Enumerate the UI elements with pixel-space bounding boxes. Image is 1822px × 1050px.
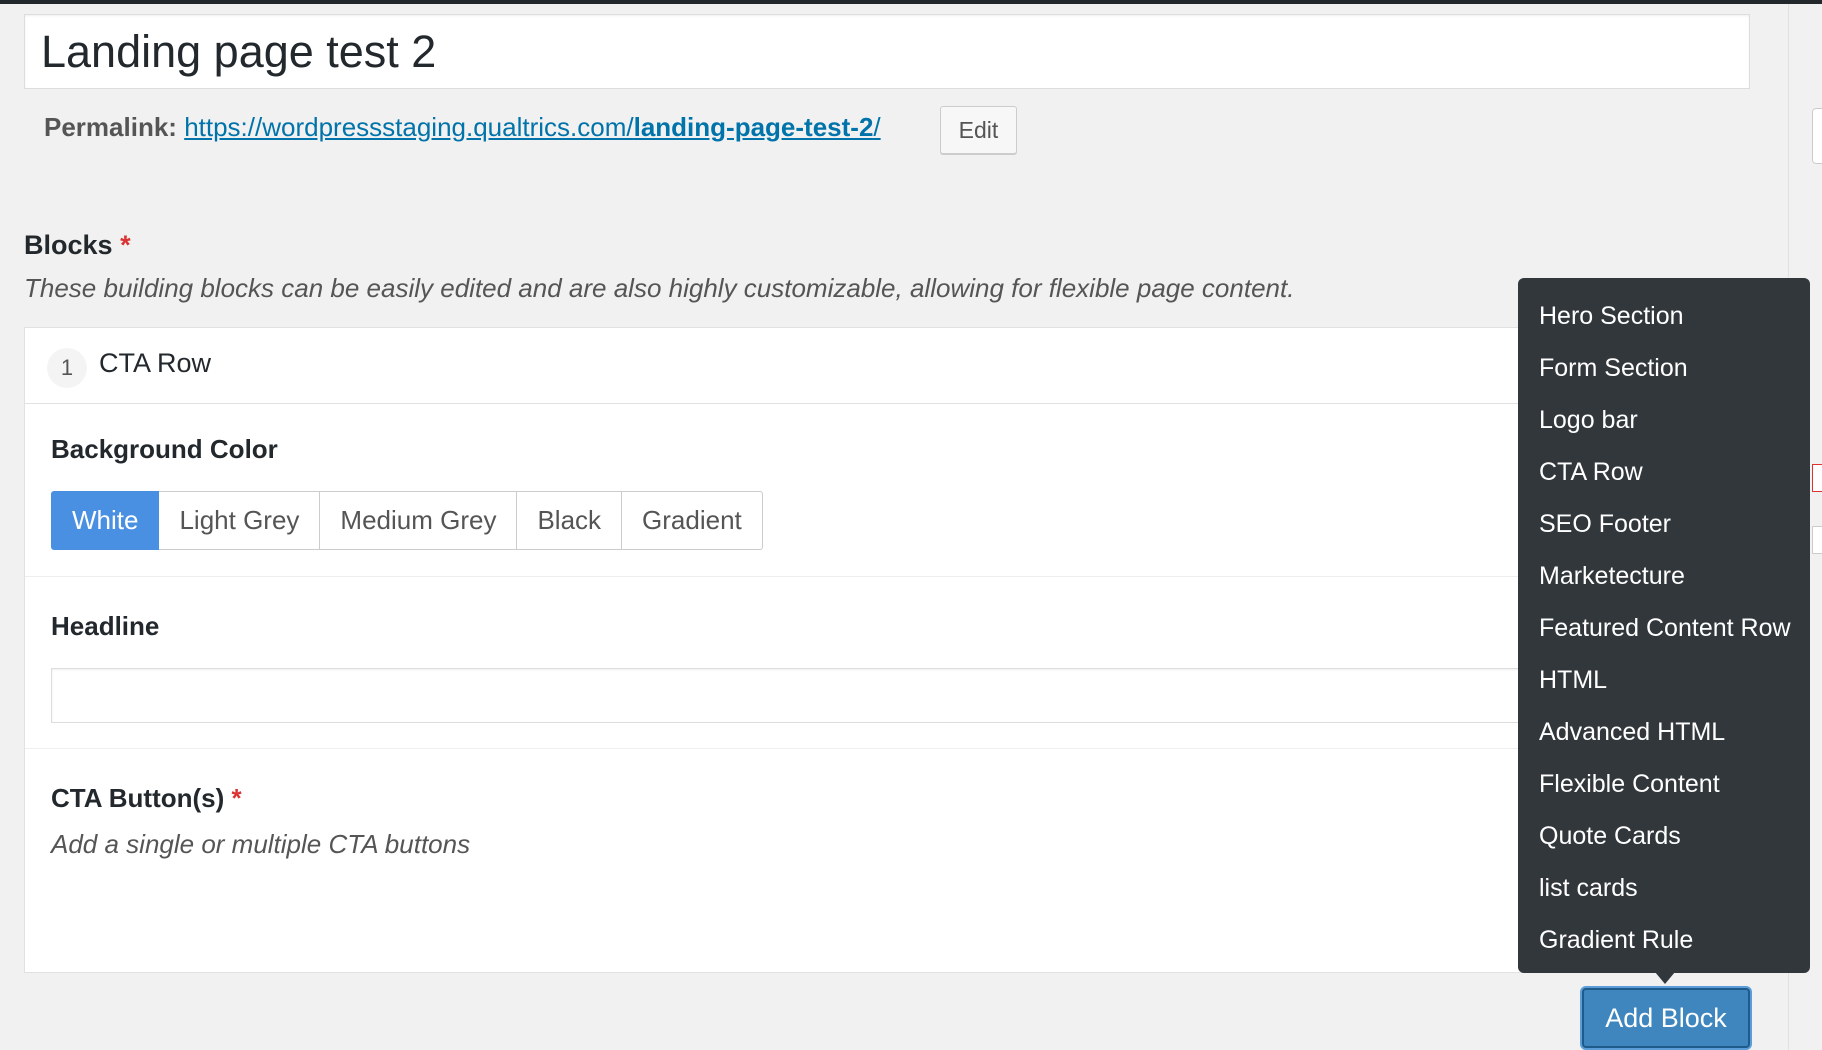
sidebar-fragment [1812, 464, 1822, 492]
field-divider [25, 748, 1753, 749]
permalink-base: https://wordpressstaging.qualtrics.com/ [184, 112, 634, 142]
cta-buttons-required-mark: * [231, 783, 242, 813]
menu-item-quote-cards[interactable]: Quote Cards [1518, 810, 1810, 862]
blocks-label-text: Blocks [24, 230, 113, 260]
permalink-link[interactable]: https://wordpressstaging.qualtrics.com/l… [184, 112, 880, 142]
bg-option-white[interactable]: White [51, 491, 160, 550]
block-header[interactable]: 1 CTA Row [25, 328, 1753, 404]
background-color-button-group: White Light Grey Medium Grey Black Gradi… [51, 491, 763, 550]
post-title-input[interactable]: Landing page test 2 [24, 14, 1750, 89]
field-divider [25, 576, 1753, 577]
bg-option-medium-grey[interactable]: Medium Grey [320, 491, 518, 550]
sidebar-fragment [1812, 526, 1822, 554]
add-block-button[interactable]: Add Block [1582, 988, 1750, 1048]
menu-item-cta-row[interactable]: CTA Row [1518, 446, 1810, 498]
cta-row-block: 1 CTA Row Background Color White Light G… [24, 327, 1754, 973]
menu-item-gradient-rule[interactable]: Gradient Rule [1518, 914, 1810, 966]
headline-input[interactable] [51, 668, 1741, 723]
permalink-trailing: / [873, 112, 881, 142]
bg-option-light-grey[interactable]: Light Grey [159, 491, 321, 550]
block-title: CTA Row [99, 348, 212, 378]
cta-buttons-description: Add a single or multiple CTA buttons [51, 829, 471, 859]
blocks-field-label: Blocks * [24, 230, 131, 261]
menu-item-seo-footer[interactable]: SEO Footer [1518, 498, 1810, 550]
permalink-row: Permalink: https://wordpressstaging.qual… [44, 112, 881, 143]
bg-option-gradient[interactable]: Gradient [622, 491, 763, 550]
menu-item-hero-section[interactable]: Hero Section [1518, 290, 1810, 342]
permalink-edit-button[interactable]: Edit [940, 106, 1017, 154]
menu-pointer-arrow [1655, 972, 1675, 984]
blocks-description: These building blocks can be easily edit… [24, 273, 1295, 303]
sidebar-fragment [1812, 108, 1822, 164]
menu-item-form-section[interactable]: Form Section [1518, 342, 1810, 394]
bg-option-black[interactable]: Black [517, 491, 623, 550]
permalink-slug: landing-page-test-2 [633, 112, 874, 142]
menu-item-flexible-content[interactable]: Flexible Content [1518, 758, 1810, 810]
menu-item-html[interactable]: HTML [1518, 654, 1810, 706]
cta-buttons-label: CTA Button(s) * [51, 783, 242, 814]
headline-label: Headline [51, 611, 160, 641]
background-color-label: Background Color [51, 434, 278, 464]
add-block-dropdown-menu: Hero Section Form Section Logo bar CTA R… [1518, 278, 1810, 973]
permalink-label: Permalink: [44, 112, 177, 142]
menu-item-list-cards[interactable]: list cards [1518, 862, 1810, 914]
blocks-required-mark: * [120, 230, 131, 260]
top-admin-bar [0, 0, 1822, 4]
block-order-number[interactable]: 1 [47, 348, 87, 388]
menu-item-advanced-html[interactable]: Advanced HTML [1518, 706, 1810, 758]
menu-item-featured-content-row[interactable]: Featured Content Row [1518, 602, 1810, 654]
cta-buttons-label-text: CTA Button(s) [51, 783, 225, 813]
menu-item-logo-bar[interactable]: Logo bar [1518, 394, 1810, 446]
menu-item-marketecture[interactable]: Marketecture [1518, 550, 1810, 602]
